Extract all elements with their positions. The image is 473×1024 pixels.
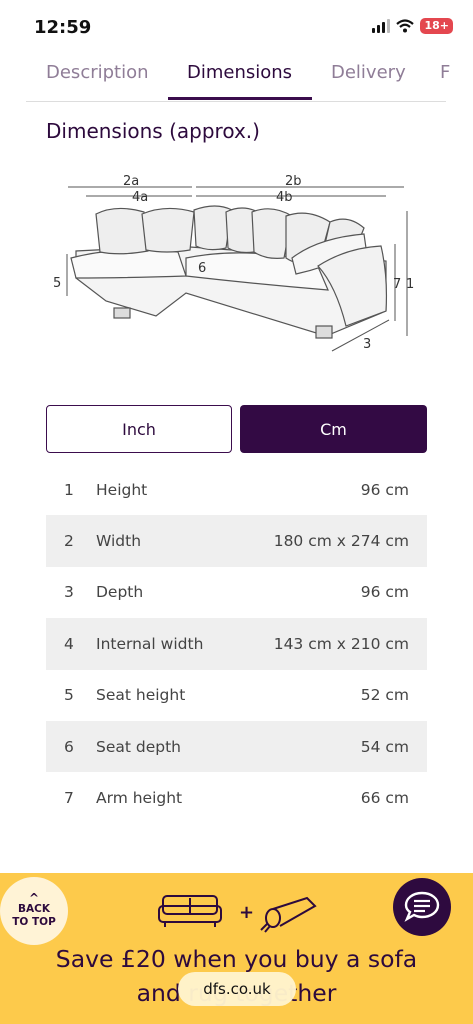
dimension-number: 5 [64,686,74,705]
dimension-label: Seat depth [96,737,181,756]
battery-icon: 18+ [420,18,453,34]
table-row: 3 Depth 96 cm [46,567,427,618]
label-2b: 2b [285,174,302,189]
dimension-value: 143 cm x 210 cm [273,634,409,653]
tab-description[interactable]: Description [46,62,149,83]
chat-icon [404,891,440,922]
back-to-top-button[interactable]: ^ BACK TO TOP [0,877,68,945]
section-title: Dimensions (approx.) [46,119,260,143]
dimension-number: 3 [64,583,74,602]
sofa-icon [158,895,222,927]
back-to-top-line2: TO TOP [12,916,56,928]
dimension-value: 96 cm [360,480,409,499]
dimension-label: Depth [96,583,144,602]
dimension-value: 52 cm [360,686,409,705]
dimension-number: 7 [64,789,74,808]
active-tab-indicator [168,97,312,100]
status-icons: 18+ [372,18,453,34]
label-2a: 2a [123,174,139,189]
label-6: 6 [198,261,206,276]
dimension-number: 1 [64,480,74,499]
tab-more[interactable]: F [440,62,450,83]
dimension-value: 54 cm [360,737,409,756]
promo-icons: + [158,895,317,933]
promo-text-line1: Save £20 when you buy a sofa [55,945,418,973]
dimension-label: Internal width [96,634,204,653]
table-row: 4 Internal width 143 cm x 210 cm [46,618,427,670]
chevron-up-icon: ^ [28,891,40,905]
dimensions-table: 1 Height 96 cm 2 Width 180 cm x 274 cm 3… [46,464,427,824]
tab-dimensions[interactable]: Dimensions [187,62,292,83]
table-row: 1 Height 96 cm [46,464,427,515]
plus-sign: + [239,902,254,923]
wifi-icon [396,19,415,33]
dimension-number: 4 [64,634,74,653]
label-4a: 4a [132,190,148,205]
tab-delivery[interactable]: Delivery [331,62,406,83]
inch-button[interactable]: Inch [46,405,232,453]
dimension-number: 2 [64,532,74,551]
dimension-value: 66 cm [360,789,409,808]
sofa-dimensions-diagram: 2a 4a 2b 4b 5 6 7 1 3 [53,174,414,352]
label-7: 7 [393,277,401,292]
label-5: 5 [53,276,61,291]
status-bar: 12:59 18+ [0,0,473,52]
tabs-divider [26,101,446,102]
label-4b: 4b [276,190,293,205]
back-to-top-line1: BACK [18,903,50,915]
dimension-label: Width [96,532,142,551]
dimension-label: Seat height [96,686,186,705]
dimension-label: Arm height [96,789,183,808]
chat-button[interactable] [393,878,451,936]
table-row: 7 Arm height 66 cm [46,772,427,823]
signal-icon [372,19,391,33]
dimension-label: Height [96,480,148,499]
dimension-number: 6 [64,737,74,756]
status-time: 12:59 [34,17,92,38]
rug-icon [260,896,317,933]
label-3: 3 [363,337,371,352]
dimension-value: 180 cm x 274 cm [273,532,409,551]
table-row: 2 Width 180 cm x 274 cm [46,515,427,567]
product-tabs: Description Dimensions Delivery F [0,52,473,102]
browser-url-pill[interactable]: dfs.co.uk [178,972,296,1006]
table-row: 5 Seat height 52 cm [46,670,427,721]
dimension-value: 96 cm [360,583,409,602]
label-1: 1 [406,277,414,292]
cm-button[interactable]: Cm [240,405,427,453]
table-row: 6 Seat depth 54 cm [46,720,427,773]
